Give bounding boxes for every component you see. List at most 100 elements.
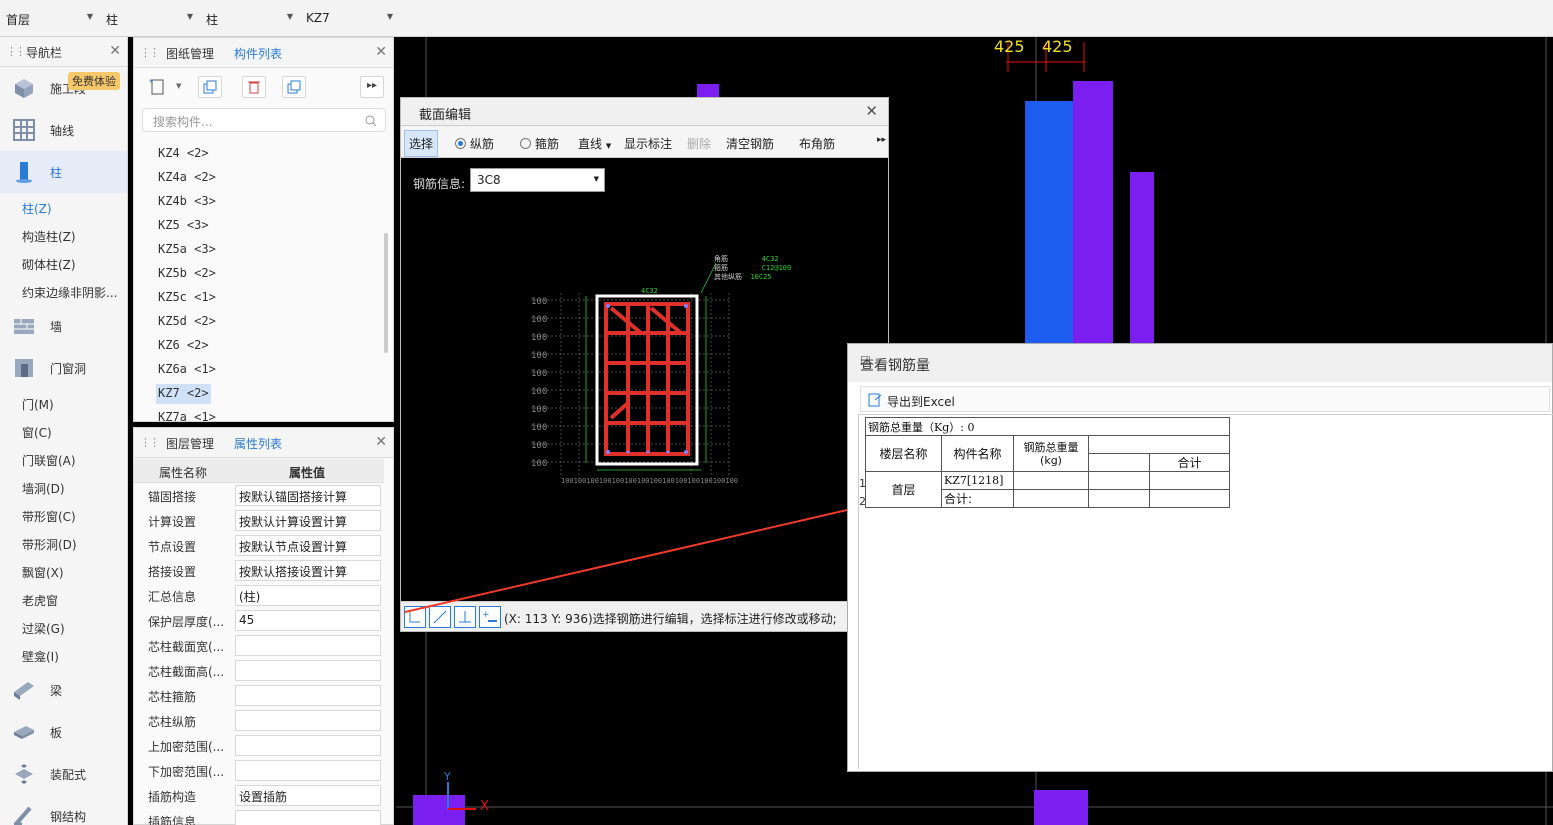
property-value-field[interactable] [235, 660, 381, 681]
close-icon[interactable]: ✕ [375, 434, 387, 450]
list-item[interactable]: KZ7a <1> [156, 408, 218, 428]
list-item[interactable]: KZ5 <3> [156, 216, 211, 236]
nav-sub-niche[interactable]: 壁龛(I) [0, 641, 127, 669]
subtype-combo[interactable]: 柱 ▼ [200, 8, 298, 32]
property-value-field[interactable] [235, 685, 381, 706]
property-value-field[interactable]: (柱) [235, 585, 381, 606]
nav-category-axis[interactable]: 轴线 [0, 109, 127, 151]
list-item[interactable]: KZ6 <2> [156, 336, 211, 356]
close-icon[interactable]: ✕ [865, 102, 878, 120]
beam-icon [14, 682, 34, 700]
floor-combo[interactable]: 首层 ▼ [0, 8, 98, 32]
property-value-field[interactable]: 按默认节点设置计算 [235, 535, 381, 556]
double-chevron-right-icon[interactable]: ▸▸ [877, 135, 886, 145]
stirrup-radio[interactable]: 箍筋 [520, 135, 559, 152]
nav-category-column[interactable]: 柱 [0, 151, 127, 193]
property-value-field[interactable]: 45 [235, 610, 381, 631]
longitudinal-radio[interactable]: 纵筋 [455, 135, 494, 152]
nav-sub-construction-column[interactable]: 构造柱(Z) [0, 221, 127, 249]
nav-sub-window[interactable]: 窗(C) [0, 417, 127, 445]
list-item[interactable]: KZ5d <2> [156, 312, 218, 332]
property-value-field[interactable]: 按默认搭接设置计算 [235, 560, 381, 581]
component-combo[interactable]: KZ7 ▼ [300, 8, 398, 32]
nav-sub-strip-window[interactable]: 带形窗(C) [0, 501, 127, 529]
legend-other-label: 其他纵筋 [714, 273, 742, 281]
list-item[interactable]: KZ6a <1> [156, 360, 218, 380]
navigation-panel: ⋮⋮ 导航栏 ✕ 施工段 免费体验 轴线 柱 柱(Z) 构造柱(Z) 砌体柱(Z… [0, 37, 128, 825]
component-search-input[interactable]: 搜索构件... [142, 108, 386, 132]
nav-category-beam[interactable]: 梁 [0, 669, 127, 711]
delete-component-button[interactable] [242, 76, 266, 98]
nav-category-steel[interactable]: 钢结构 [0, 795, 127, 825]
export-excel-button[interactable]: 导出到Excel [860, 386, 1550, 412]
select-tool-button[interactable]: 选择 [404, 130, 439, 157]
list-item[interactable]: KZ4b <3> [156, 192, 218, 212]
tab-component-list[interactable]: 构件列表 [234, 45, 282, 62]
property-name: 保护层厚度(... [148, 615, 225, 629]
drag-handle-icon[interactable]: ⋮⋮ [140, 46, 160, 59]
list-item[interactable]: KZ7 <2> [156, 384, 211, 404]
nav-sub-strip-opening[interactable]: 带形洞(D) [0, 529, 127, 557]
nav-category-wall[interactable]: 墙 [0, 305, 127, 347]
tab-drawing-management[interactable]: 图纸管理 [166, 45, 214, 62]
list-item[interactable]: KZ5b <2> [156, 264, 218, 284]
section-drawing[interactable]: 100 100 100 100 100 100 100 100 100 100 1001001… [401, 238, 888, 538]
section-edit-titlebar[interactable]: 截面编辑 ✕ [401, 98, 888, 126]
close-icon[interactable]: ✕ [375, 44, 387, 60]
drag-handle-icon[interactable]: ⋮⋮ [6, 45, 26, 58]
tab-property-list[interactable]: 属性列表 [234, 435, 282, 452]
nav-sub-lintel[interactable]: 过梁(G) [0, 613, 127, 641]
property-value-field[interactable] [235, 710, 381, 731]
property-value-field[interactable] [235, 735, 381, 756]
list-scrollbar[interactable] [384, 233, 388, 353]
nav-category-door-window[interactable]: 门窗洞 [0, 347, 127, 389]
show-label-button[interactable]: 显示标注 [624, 135, 672, 152]
clear-rebar-button[interactable]: 清空钢筋 [726, 135, 774, 152]
corner-rebar-button[interactable]: 布角筋 [799, 135, 835, 152]
free-trial-badge[interactable]: 免费体验 [68, 72, 120, 90]
property-value-field[interactable] [235, 760, 381, 781]
nav-sub-wall-opening[interactable]: 墙洞(D) [0, 473, 127, 501]
snap-perpendicular-button[interactable] [454, 606, 476, 628]
maximize-icon[interactable]: ☐ [860, 354, 1552, 368]
property-value-field[interactable]: 按默认锚固搭接计算 [235, 485, 381, 506]
close-icon[interactable]: ✕ [109, 43, 121, 59]
table-row[interactable]: 首层 KZ7[1218] [865, 471, 1230, 508]
snap-corner-button[interactable] [404, 606, 426, 628]
snap-line-button[interactable] [429, 606, 451, 628]
new-component-button[interactable]: * [146, 76, 170, 98]
list-item[interactable]: KZ5c <1> [156, 288, 218, 308]
nav-sub-column-z[interactable]: 柱(Z) [0, 193, 127, 221]
copy-to-floor-button[interactable] [282, 76, 306, 98]
svg-text:100: 100 [531, 369, 547, 379]
chevron-down-icon[interactable]: ▼ [176, 82, 181, 90]
nav-category-prefab[interactable]: 装配式 [0, 753, 127, 795]
component-list-panel: ⋮⋮ 图纸管理 构件列表 ✕ * ▼ ▸▸ 搜索构件... KZ4 <2> KZ4… [133, 37, 394, 424]
nav-sub-door-window[interactable]: 门联窗(A) [0, 445, 127, 473]
category-combo[interactable]: 柱 ▼ [100, 8, 198, 32]
nav-sub-door[interactable]: 门(M) [0, 389, 127, 417]
snap-offset-button[interactable]: + [479, 606, 501, 628]
property-value-field[interactable] [235, 810, 381, 825]
nav-sub-bay-window[interactable]: 飘窗(X) [0, 557, 127, 585]
nav-sub-boundary-member[interactable]: 约束边缘非阴影... [0, 277, 127, 305]
list-item[interactable]: KZ5a <3> [156, 240, 218, 260]
property-value-field[interactable]: 设置插筋 [235, 785, 381, 806]
rebar-info-dropdown[interactable]: 3C8 ▼ [470, 168, 605, 192]
more-tools-button[interactable]: ▸▸ [360, 76, 384, 98]
nav-sub-dormer[interactable]: 老虎窗 [0, 585, 127, 613]
line-mode-dropdown[interactable]: 直线 ▼ [578, 135, 611, 152]
list-item[interactable]: KZ4a <2> [156, 168, 218, 188]
drag-handle-icon[interactable]: ⋮⋮ [140, 436, 160, 449]
delete-button[interactable]: 删除 [687, 135, 711, 152]
nav-category-label: 柱 [50, 166, 63, 180]
property-value-field[interactable] [235, 635, 381, 656]
svg-text:100: 100 [531, 297, 547, 307]
property-value-field[interactable]: 按默认计算设置计算 [235, 510, 381, 531]
nav-sub-masonry-column[interactable]: 砌体柱(Z) [0, 249, 127, 277]
nav-category-slab[interactable]: 板 [0, 711, 127, 753]
rebar-window-titlebar[interactable]: 查看钢筋量 — ☐ [848, 344, 1552, 382]
list-item[interactable]: KZ4 <2> [156, 144, 211, 164]
copy-component-button[interactable] [198, 76, 222, 98]
tab-layer-management[interactable]: 图层管理 [166, 435, 214, 452]
